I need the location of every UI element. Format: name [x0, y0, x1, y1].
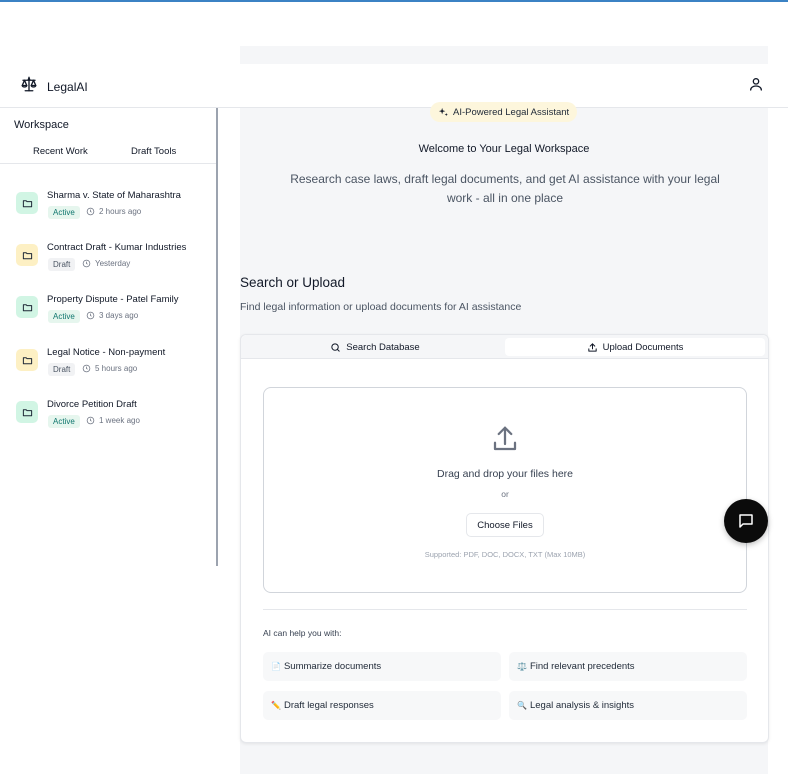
feature-label: Summarize documents [283, 661, 382, 672]
clock-icon [86, 311, 95, 320]
list-item[interactable]: Legal Notice - Non-payment Draft 5 hours… [16, 347, 206, 387]
chat-icon [739, 514, 753, 528]
brand[interactable]: LegalAI [20, 75, 88, 98]
item-title: Property Dispute - Patel Family [47, 294, 179, 305]
feature-label: Legal analysis & insights [529, 700, 635, 711]
feature-legal-analysis[interactable]: 🔍 Legal analysis & insights [509, 691, 747, 720]
scale-icon: ⚖️ [517, 662, 527, 671]
app-name: LegalAI [47, 79, 88, 94]
status-badge: Active [48, 310, 80, 323]
item-time-text: 2 hours ago [99, 207, 142, 216]
dropzone-text: Drag and drop your files here [437, 468, 573, 480]
status-badge: Active [48, 415, 80, 428]
item-title: Legal Notice - Non-payment [47, 347, 166, 358]
folder-icon [16, 401, 38, 423]
sparkles-icon [438, 107, 448, 116]
folder-icon [16, 349, 38, 371]
item-time: 2 hours ago [86, 207, 141, 216]
feature-precedents[interactable]: ⚖️ Find relevant precedents [509, 652, 747, 681]
chat-button[interactable] [724, 499, 768, 543]
item-title: Divorce Petition Draft [47, 399, 137, 410]
tab-upload-documents[interactable]: Upload Documents [505, 338, 765, 356]
clock-icon [82, 364, 91, 373]
feature-label: Draft legal responses [283, 700, 374, 711]
user-icon[interactable] [748, 76, 764, 92]
divider [263, 609, 747, 610]
document-icon: 📄 [271, 662, 281, 671]
sidebar-tabs: Recent Work Draft Tools [0, 140, 216, 164]
tab-search-database[interactable]: Search Database [245, 338, 505, 356]
search-upload-card: Search Database Upload Documents Drag an… [240, 334, 769, 743]
choose-files-button[interactable]: Choose Files [466, 513, 544, 537]
search-icon [331, 342, 340, 352]
item-time: 5 hours ago [82, 364, 137, 373]
scale-icon [20, 75, 38, 98]
app-header: LegalAI [0, 64, 788, 108]
upload-icon [490, 424, 520, 454]
list-item[interactable]: Sharma v. State of Maharashtra Active 2 … [16, 190, 206, 230]
sidebar: Workspace Recent Work Draft Tools Sharma… [0, 108, 218, 566]
folder-icon [16, 192, 38, 214]
magnifier-icon: 🔍 [517, 701, 527, 710]
item-time: 3 days ago [86, 311, 138, 320]
folder-icon [16, 244, 38, 266]
pencil-icon: ✏️ [271, 701, 281, 710]
clock-icon [82, 259, 91, 268]
tab-upload-label: Upload Documents [602, 341, 684, 353]
list-item[interactable]: Contract Draft - Kumar Industries Draft … [16, 242, 206, 282]
status-badge: Active [48, 206, 80, 219]
tab-bar: Search Database Upload Documents [241, 335, 768, 359]
feature-draft-responses[interactable]: ✏️ Draft legal responses [263, 691, 501, 720]
welcome-subtitle: Research case laws, draft legal document… [290, 172, 720, 205]
top-accent-line [0, 0, 788, 2]
clock-icon [86, 207, 95, 216]
welcome-heading: Welcome to Your Legal Workspace [418, 143, 590, 155]
tab-recent-work[interactable]: Recent Work [33, 146, 88, 157]
list-item[interactable]: Property Dispute - Patel Family Active 3… [16, 294, 206, 334]
item-title: Contract Draft - Kumar Industries [47, 242, 187, 253]
item-time-text: 5 hours ago [95, 364, 138, 373]
item-time: 1 week ago [86, 416, 140, 425]
feature-summarize[interactable]: 📄 Summarize documents [263, 652, 501, 681]
workspace-title: Workspace [14, 119, 69, 131]
supported-formats: Supported: PDF, DOC, DOCX, TXT (Max 10MB… [424, 550, 586, 559]
list-item[interactable]: Divorce Petition Draft Active 1 week ago [16, 399, 206, 439]
feature-label: Find relevant precedents [529, 661, 635, 672]
tab-draft-tools[interactable]: Draft Tools [131, 146, 176, 157]
tab-search-label: Search Database [346, 341, 420, 353]
clock-icon [86, 416, 95, 425]
dropzone-or: or [501, 489, 509, 499]
status-badge: Draft [48, 258, 76, 271]
section-subtitle: Find legal information or upload documen… [240, 301, 522, 313]
folder-icon [16, 296, 38, 318]
help-title: AI can help you with: [263, 628, 342, 638]
ai-badge: AI-Powered Legal Assistant [430, 102, 578, 122]
status-badge: Draft [48, 363, 76, 376]
item-time-text: Yesterday [95, 259, 131, 268]
section-title: Search or Upload [240, 275, 346, 290]
ai-badge-text: AI-Powered Legal Assistant [453, 106, 570, 118]
item-time-text: 3 days ago [99, 311, 139, 320]
item-time: Yesterday [82, 259, 130, 268]
item-time-text: 1 week ago [99, 416, 140, 425]
upload-icon [587, 342, 597, 352]
item-title: Sharma v. State of Maharashtra [47, 190, 181, 201]
file-dropzone[interactable]: Drag and drop your files here or Choose … [263, 387, 747, 593]
